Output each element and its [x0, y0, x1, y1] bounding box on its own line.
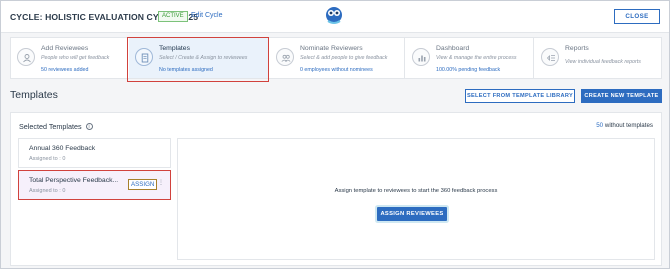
step-add-reviewees[interactable]: Add Reviewees People who will get feedba… — [11, 38, 128, 78]
process-steps: Add Reviewees People who will get feedba… — [10, 37, 662, 79]
step-subtitle: Select & add people to give feedback — [300, 55, 388, 61]
edit-cycle-link[interactable]: Edit Cycle — [191, 12, 223, 19]
close-button[interactable]: CLOSE — [614, 9, 660, 24]
without-templates-label: without templates — [603, 122, 653, 129]
document-icon — [135, 48, 153, 66]
step-subtitle: People who will get feedback — [41, 55, 110, 61]
app-logo-icon — [326, 7, 342, 24]
step-reports[interactable]: Reports View individual feedback reports — [535, 38, 661, 78]
step-title: Add Reviewees — [41, 45, 89, 52]
select-from-library-button[interactable]: SELECT FROM TEMPLATE LIBRARY — [465, 89, 575, 103]
assign-message: Assign template to reviewees to start th… — [334, 188, 498, 194]
list-item[interactable]: Total Perspective Feedback... Assigned t… — [18, 170, 171, 200]
selected-templates-label: Selected Templates — [19, 122, 82, 131]
assign-button[interactable]: ASSIGN — [128, 179, 158, 190]
step-title: Templates — [159, 45, 190, 52]
step-nominate-reviewers[interactable]: Nominate Reviewers Select & add people t… — [270, 38, 405, 78]
people-icon — [276, 48, 294, 66]
template-assigned-count: Assigned to : 0 — [29, 156, 66, 162]
reviewees-added-link[interactable]: 50 reviewees added — [41, 67, 88, 73]
header-bar: CYCLE: HOLISTIC EVALUATION CYCLE 2025 AC… — [1, 1, 669, 33]
more-options-icon[interactable]: ⋮ — [158, 179, 164, 186]
template-title: Annual 360 Feedback — [29, 145, 96, 152]
step-title: Nominate Reviewers — [300, 45, 363, 52]
chart-icon — [412, 48, 430, 66]
report-icon — [541, 48, 559, 66]
pending-feedback-link[interactable]: 100.00% pending feedback — [436, 67, 500, 73]
step-title: Dashboard — [436, 45, 470, 52]
templates-panel: Selected Templates i 50 without template… — [10, 112, 662, 266]
assign-area: Assign template to reviewees to start th… — [177, 138, 655, 260]
info-icon[interactable]: i — [85, 123, 93, 130]
assign-reviewees-button[interactable]: ASSIGN REVIEWEES — [377, 207, 447, 221]
step-dashboard[interactable]: Dashboard View & manage the entire proce… — [406, 38, 534, 78]
step-subtitle: View & manage the entire process — [436, 55, 517, 61]
section-title: Templates — [10, 89, 58, 101]
template-list: Annual 360 Feedback Assigned to : 0 Tota… — [18, 138, 171, 200]
step-templates[interactable]: Templates Select / Create & Assign to re… — [129, 38, 269, 78]
templates-assigned-link[interactable]: No templates assigned — [159, 67, 213, 73]
status-badge: ACTIVE — [158, 11, 188, 22]
template-title: Total Perspective Feedback... — [29, 177, 119, 184]
create-new-template-button[interactable]: CREATE NEW TEMPLATE — [581, 89, 662, 103]
list-item[interactable]: Annual 360 Feedback Assigned to : 0 — [18, 138, 171, 168]
person-icon — [17, 48, 35, 66]
app-window: CYCLE: HOLISTIC EVALUATION CYCLE 2025 AC… — [0, 0, 670, 269]
selected-templates-heading: Selected Templates i — [19, 122, 93, 131]
without-templates-count: 50 without templates — [596, 122, 653, 129]
step-title: Reports — [565, 45, 589, 52]
step-subtitle: View individual feedback reports — [565, 59, 641, 65]
employees-without-nominees-link[interactable]: 0 employees without nominees — [300, 67, 373, 73]
template-assigned-count: Assigned to : 0 — [29, 188, 66, 194]
step-subtitle: Select / Create & Assign to reviewees — [159, 55, 248, 61]
